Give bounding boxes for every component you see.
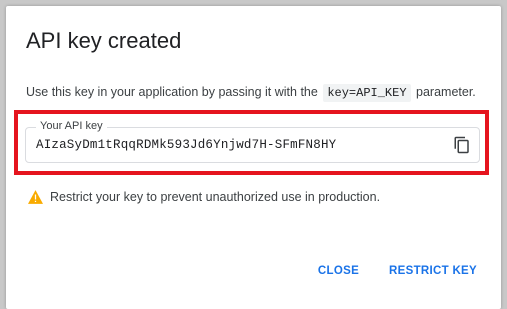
dialog-actions: CLOSE RESTRICT KEY (314, 261, 481, 281)
dialog-description: Use this key in your application by pass… (26, 84, 476, 102)
warning-row: Restrict your key to prevent unauthorize… (28, 190, 380, 204)
warning-text: Restrict your key to prevent unauthorize… (50, 190, 381, 204)
description-text-before: Use this key in your application by pass… (26, 85, 318, 99)
description-text-after: parameter. (416, 85, 476, 99)
restrict-key-button[interactable]: RESTRICT KEY (385, 261, 481, 281)
api-key-dialog: API key created Use this key in your app… (6, 6, 501, 309)
warning-icon (28, 190, 43, 204)
copy-icon[interactable] (453, 136, 471, 154)
close-button[interactable]: CLOSE (314, 261, 363, 281)
dialog-title: API key created (26, 28, 182, 53)
description-code: key=API_KEY (323, 84, 411, 102)
api-key-value[interactable]: AIzaSyDm1tRqqRDMk593Jd6Ynjwd7H-SFmFN8HY (36, 138, 336, 152)
api-key-field[interactable]: Your API key AIzaSyDm1tRqqRDMk593Jd6Ynjw… (25, 120, 480, 163)
api-key-label: Your API key (36, 120, 107, 132)
